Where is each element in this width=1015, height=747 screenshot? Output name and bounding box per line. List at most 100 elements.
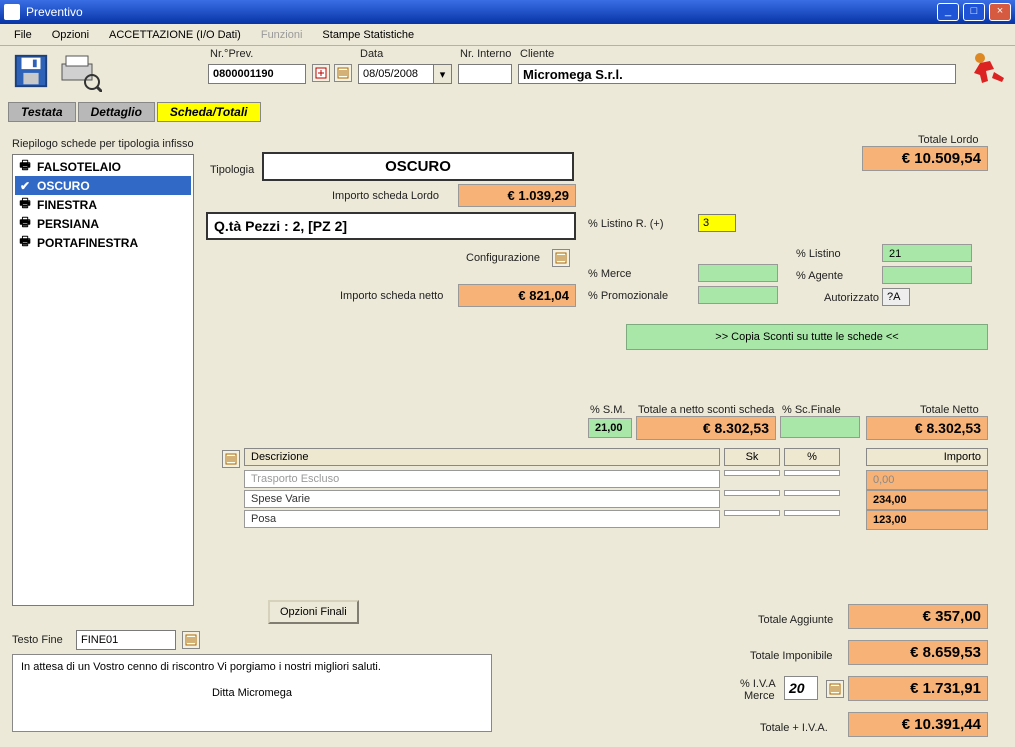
qta-value: Q.tà Pezzi : 2, [PZ 2] (206, 212, 576, 240)
pct-row-1[interactable] (784, 490, 840, 496)
iva-value: € 1.731,91 (848, 676, 988, 701)
totiva-label: Totale + I.V.A. (760, 722, 828, 734)
sidebar-item-falsotelaio[interactable]: 🖶 FALSOTELAIO (15, 157, 191, 176)
iva-pct-label2: Merce (744, 690, 775, 702)
listino-r-value[interactable]: 3 (698, 214, 736, 232)
agente-value[interactable] (882, 266, 972, 284)
footer-text-box: In attesa di un Vostro cenno di riscontr… (12, 654, 492, 732)
merce-value[interactable] (698, 264, 778, 282)
imponibile-value: € 8.659,53 (848, 640, 988, 665)
testo-fine-button[interactable] (182, 631, 200, 649)
tot-netto-label: Totale Netto (920, 404, 979, 416)
aggiunte-label: Totale Aggiunte (758, 614, 833, 626)
listino-label: % Listino (796, 248, 841, 260)
promoz-value[interactable] (698, 286, 778, 304)
tab-scheda-totali[interactable]: Scheda/Totali (157, 102, 261, 122)
sidebar-item-oscuro[interactable]: ✔ OSCURO (15, 176, 191, 195)
sc-finale-label: % Sc.Finale (782, 404, 841, 416)
testo-fine-label: Testo Fine (12, 634, 63, 646)
printer-icon: 🖶 (17, 160, 33, 174)
desc-row-0[interactable]: Trasporto Escluso (244, 470, 720, 488)
tab-testata[interactable]: Testata (8, 102, 76, 122)
nr-prev-button-1[interactable] (312, 64, 330, 82)
agente-label: % Agente (796, 270, 843, 282)
close-button[interactable]: × (989, 3, 1011, 21)
titlebar: Preventivo _ □ × (0, 0, 1015, 24)
nr-prev-input[interactable] (208, 64, 306, 84)
listino-value[interactable]: 21 (882, 244, 972, 262)
listino-r-label: % Listino R. (+) (588, 218, 664, 230)
imp-row-0: 0,00 (866, 470, 988, 490)
menu-opzioni[interactable]: Opzioni (44, 27, 97, 43)
sidebar-item-label: FINESTRA (37, 198, 97, 212)
testo-fine-input[interactable] (76, 630, 176, 650)
minimize-button[interactable]: _ (937, 3, 959, 21)
opzioni-finali-button[interactable]: Opzioni Finali (268, 600, 359, 624)
tab-dettaglio[interactable]: Dettaglio (78, 102, 155, 122)
autoriz-value[interactable]: ?A (882, 288, 910, 306)
pct-row-0[interactable] (784, 470, 840, 476)
iva-pct-value[interactable]: 20 (784, 676, 818, 700)
nr-prev-button-2[interactable] (334, 64, 352, 82)
pct-row-2[interactable] (784, 510, 840, 516)
merce-label: % Merce (588, 268, 631, 280)
printer-icon: 🖶 (17, 236, 33, 250)
desc-row-1[interactable]: Spese Varie (244, 490, 720, 508)
sidebar-item-finestra[interactable]: 🖶 FINESTRA (15, 195, 191, 214)
desc-edit-button[interactable] (222, 450, 240, 468)
col-pct: % (784, 448, 840, 466)
check-icon: ✔ (17, 179, 33, 193)
run-icon[interactable] (964, 50, 1008, 94)
promoz-label: % Promozionale (588, 290, 668, 302)
menu-stampe[interactable]: Stampe Statistiche (314, 27, 422, 43)
sidebar-item-label: PORTAFINESTRA (37, 236, 138, 250)
maximize-button[interactable]: □ (963, 3, 985, 21)
tipologia-value: OSCURO (262, 152, 574, 181)
data-dropdown-arrow[interactable]: ▾ (434, 64, 452, 84)
sk-row-0[interactable] (724, 470, 780, 476)
menubar: File Opzioni ACCETTAZIONE (I/O Dati) Fun… (0, 24, 1015, 46)
iva-button[interactable] (826, 680, 844, 698)
printer-icon: 🖶 (17, 217, 33, 231)
sidebar-item-label: OSCURO (37, 179, 90, 193)
iva-pct-label1: % I.V.A (740, 678, 776, 690)
sidebar-item-persiana[interactable]: 🖶 PERSIANA (15, 214, 191, 233)
sidebar-item-label: FALSOTELAIO (37, 160, 121, 174)
sc-finale-value[interactable] (780, 416, 860, 438)
configurazione-label: Configurazione (466, 252, 540, 264)
netto-scheda-label: Totale a netto sconti scheda (638, 404, 774, 416)
menu-funzioni: Funzioni (253, 27, 311, 43)
imp-row-1: 234,00 (866, 490, 988, 510)
configurazione-button[interactable] (552, 249, 570, 267)
sidebar-item-label: PERSIANA (37, 217, 99, 231)
app-icon (4, 4, 20, 20)
col-imp: Importo (866, 448, 988, 466)
nr-interno-input[interactable] (458, 64, 512, 84)
save-icon[interactable] (12, 52, 50, 90)
content: Nr.°Prev. Data ▾ Nr. Interno Cliente Tes… (0, 46, 1015, 747)
tot-netto-value: € 8.302,53 (866, 416, 988, 440)
print-preview-icon[interactable] (58, 52, 102, 92)
menu-accettazione[interactable]: ACCETTAZIONE (I/O Dati) (101, 27, 249, 43)
sk-row-1[interactable] (724, 490, 780, 496)
totiva-value: € 10.391,44 (848, 712, 988, 737)
col-desc: Descrizione (244, 448, 720, 466)
data-input-wrap: ▾ (358, 64, 452, 84)
data-label: Data (360, 48, 383, 60)
desc-row-2[interactable]: Posa (244, 510, 720, 528)
cliente-label: Cliente (520, 48, 554, 60)
cliente-input[interactable] (518, 64, 956, 84)
aggiunte-value: € 357,00 (848, 604, 988, 629)
sidebar-list[interactable]: 🖶 FALSOTELAIO ✔ OSCURO 🖶 FINESTRA 🖶 PERS… (12, 154, 194, 606)
sk-row-2[interactable] (724, 510, 780, 516)
tipologia-label: Tipologia (210, 164, 254, 176)
menu-file[interactable]: File (6, 27, 40, 43)
tot-lordo-value: € 10.509,54 (862, 146, 988, 171)
copia-sconti-button[interactable]: >> Copia Sconti su tutte le schede << (626, 324, 988, 350)
sm-value[interactable]: 21,00 (588, 418, 632, 438)
nr-prev-label: Nr.°Prev. (210, 48, 253, 60)
data-input[interactable] (358, 64, 434, 84)
imp-netto-value: € 821,04 (458, 284, 576, 307)
footer-line1: In attesa di un Vostro cenno di riscontr… (21, 661, 483, 673)
sidebar-item-portafinestra[interactable]: 🖶 PORTAFINESTRA (15, 233, 191, 252)
